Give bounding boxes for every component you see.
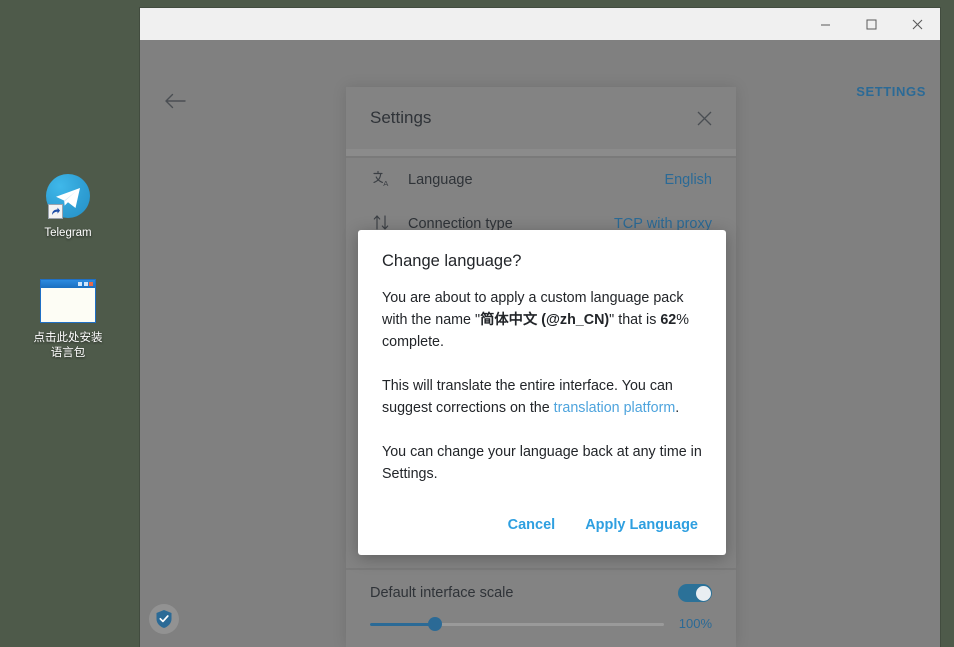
settings-row-label: Language — [408, 172, 648, 188]
section-label: SETTINGS — [856, 84, 926, 99]
default-interface-scale-toggle[interactable] — [678, 584, 712, 602]
close-icon — [912, 19, 923, 30]
language-pack-name: 简体中文 (@zh_CN) — [480, 312, 609, 328]
page-title: Settings — [370, 108, 431, 128]
translate-icon: A — [370, 169, 392, 192]
close-icon — [697, 111, 712, 126]
maximize-icon — [866, 19, 877, 30]
dialog-text: . — [675, 400, 679, 416]
change-language-dialog: Change language? You are about to apply … — [358, 230, 726, 555]
desktop-icon-language-pack[interactable]: 点击此处安装语言包 — [8, 275, 128, 361]
maximize-button[interactable] — [848, 8, 894, 40]
back-button[interactable] — [158, 84, 192, 118]
minimize-icon — [820, 19, 831, 30]
panel-divider — [346, 149, 736, 156]
svg-text:A: A — [383, 179, 389, 188]
dialog-title: Change language? — [382, 252, 702, 271]
dialog-paragraph-2: This will translate the entire interface… — [382, 375, 702, 419]
dialog-paragraph-3: You can change your language back at any… — [382, 441, 702, 485]
window-icon — [8, 275, 128, 327]
desktop-icon-label: 点击此处安装语言包 — [8, 331, 128, 361]
theme-swatch-list — [346, 631, 736, 647]
interface-scale-slider[interactable] — [370, 617, 664, 631]
settings-row-value[interactable]: English — [664, 172, 712, 188]
desktop-icon-label: Telegram — [8, 226, 128, 241]
completion-percent: 62 — [660, 312, 676, 328]
shield-check-icon — [155, 609, 173, 629]
proxy-shield-button[interactable] — [149, 604, 179, 634]
minimize-button[interactable] — [802, 8, 848, 40]
dialog-actions: Cancel Apply Language — [382, 507, 702, 539]
interface-scale-section: Default interface scale 100% — [346, 568, 736, 647]
app-content: SETTINGS Settings — [140, 40, 940, 647]
shortcut-overlay-icon — [48, 204, 63, 219]
desktop-icon-telegram[interactable]: Telegram — [8, 170, 128, 241]
apply-language-button[interactable]: Apply Language — [581, 511, 702, 539]
back-arrow-icon — [164, 93, 186, 109]
window-titlebar — [140, 8, 940, 40]
cancel-button[interactable]: Cancel — [504, 511, 560, 539]
slider-thumb[interactable] — [428, 617, 442, 631]
interface-scale-value: 100% — [676, 616, 712, 631]
translation-platform-link[interactable]: translation platform — [554, 400, 676, 416]
close-settings-button[interactable] — [690, 104, 718, 132]
dialog-text: " that is — [609, 312, 660, 328]
settings-row-language[interactable]: A Language English — [346, 158, 736, 202]
settings-panel-header: Settings — [346, 87, 736, 149]
close-window-button[interactable] — [894, 8, 940, 40]
dialog-paragraph-1: You are about to apply a custom language… — [382, 287, 702, 353]
telegram-window: SETTINGS Settings — [140, 8, 940, 647]
telegram-icon — [8, 170, 128, 222]
interface-scale-label: Default interface scale — [370, 585, 513, 601]
